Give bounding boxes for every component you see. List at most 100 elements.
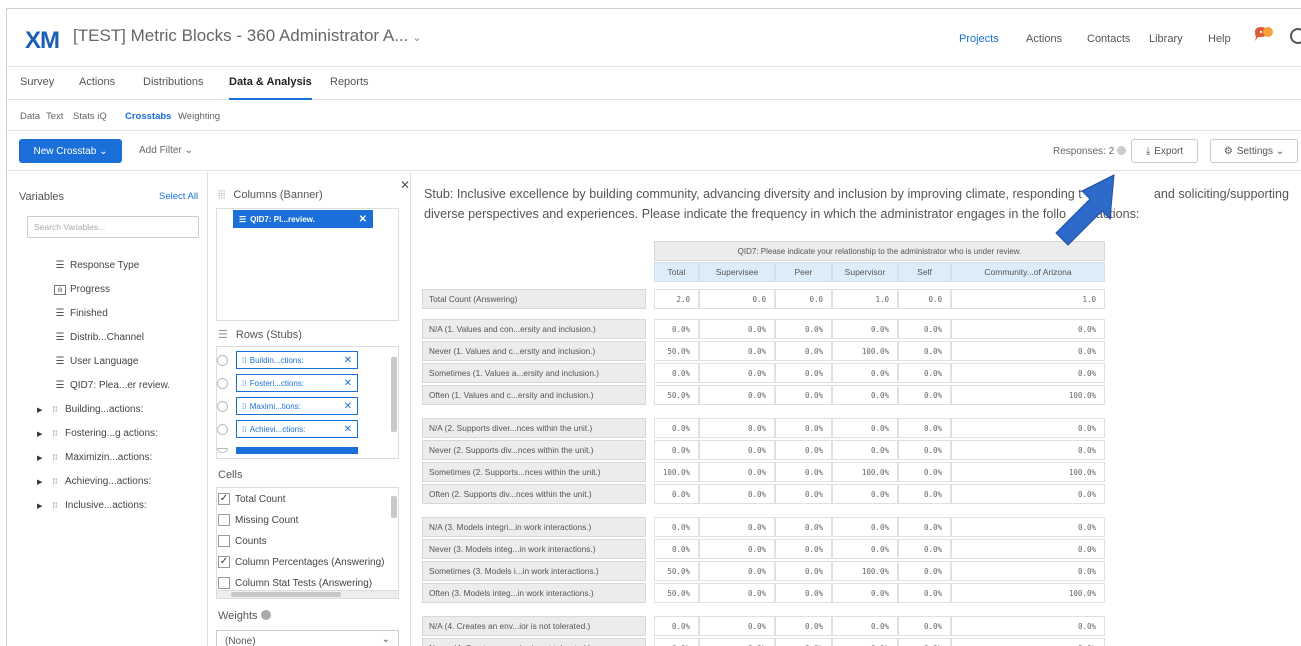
table-cell: 0.0 xyxy=(775,289,832,309)
checkbox-checked[interactable]: ✓ xyxy=(218,493,230,505)
subtab-stats-iq[interactable]: Stats iQ xyxy=(73,111,107,122)
new-crosstab-button[interactable]: New Crosstab ⌄ xyxy=(19,139,122,163)
row-chip-body[interactable]: ⁞⁝ Buildin...ctions: ✕ xyxy=(236,351,358,369)
option-label: Column Percentages (Answering) xyxy=(235,556,385,568)
variable-distribution-channel[interactable]: ☰ Distrib...Channel xyxy=(54,332,144,343)
matrix-icon: ⁞⁝ xyxy=(242,401,247,411)
rows-scrollbar[interactable] xyxy=(391,357,397,432)
nav-contacts[interactable]: Contacts xyxy=(1087,33,1130,45)
caret-right-icon[interactable]: ▶ xyxy=(37,430,49,438)
remove-icon[interactable]: ✕ xyxy=(344,401,352,412)
variable-finished[interactable]: ☰ Finished xyxy=(54,308,108,319)
subtab-weighting[interactable]: Weighting xyxy=(178,111,220,122)
option-missing-count[interactable]: Missing Count xyxy=(218,514,298,526)
row-radio[interactable] xyxy=(217,448,228,453)
column-chip-qid7[interactable]: ☰ QID7: Pl...review. ✕ xyxy=(233,210,373,228)
nav-library[interactable]: Library xyxy=(1149,33,1183,45)
variable-fostering[interactable]: ▶ ⁞⁝ Fostering...g actions: xyxy=(37,428,158,439)
row-radio[interactable] xyxy=(217,423,228,435)
table-cell: 0.0% xyxy=(654,319,699,339)
notification-icon[interactable] xyxy=(1252,26,1274,46)
row-radio[interactable] xyxy=(217,377,228,389)
remove-icon[interactable]: ✕ xyxy=(359,214,367,225)
caret-right-icon[interactable]: ▶ xyxy=(37,478,49,486)
row-chip-building[interactable]: ⁞⁝ Buildin...ctions: ✕ xyxy=(217,351,358,369)
row-chip-inclusive-partial[interactable] xyxy=(217,447,358,454)
stub-text-line1: Stub: Inclusive excellence by building c… xyxy=(424,187,1082,201)
variable-response-type[interactable]: ☰ Response Type xyxy=(54,260,140,271)
cells-title: Cells xyxy=(218,469,243,481)
row-chip-fostering[interactable]: ⁞⁝ Fosteri...ctions: ✕ xyxy=(217,374,358,392)
row-chip-body[interactable]: ⁞⁝ Maximi...tions: ✕ xyxy=(236,397,358,415)
nav-projects[interactable]: Projects xyxy=(959,33,999,45)
subtab-text[interactable]: Text xyxy=(46,111,63,122)
row-chip-body[interactable]: ⁞⁝ Fosteri...ctions: ✕ xyxy=(236,374,358,392)
row-chip-maximizing[interactable]: ⁞⁝ Maximi...tions: ✕ xyxy=(217,397,358,415)
columns-title: Columns (Banner) xyxy=(233,189,323,201)
settings-button[interactable]: ⚙ Settings ⌄ xyxy=(1210,139,1298,163)
remove-icon[interactable]: ✕ xyxy=(344,378,352,389)
table-cell: 0.0% xyxy=(832,616,898,636)
remove-icon[interactable]: ✕ xyxy=(344,355,352,366)
tab-distributions[interactable]: Distributions xyxy=(143,76,204,88)
caret-right-icon[interactable]: ▶ xyxy=(37,454,49,462)
table-cell: 0.0% xyxy=(951,638,1105,646)
variable-inclusive[interactable]: ▶ ⁞⁝ Inclusive...actions: xyxy=(37,500,147,511)
select-all-link[interactable]: Select All xyxy=(159,191,198,202)
option-column-stat-tests[interactable]: Column Stat Tests (Answering) xyxy=(218,577,372,589)
row-chip-body[interactable]: ⁞⁝ Achievi...ctions: ✕ xyxy=(236,420,358,438)
row-radio[interactable] xyxy=(217,400,228,412)
add-filter-button[interactable]: Add Filter ⌄ xyxy=(139,145,193,156)
project-title-dropdown[interactable]: [TEST] Metric Blocks - 360 Administrator… xyxy=(73,26,422,46)
variable-maximizing[interactable]: ▶ ⁞⁝ Maximizin...actions: xyxy=(37,452,152,463)
close-icon[interactable]: ✕ xyxy=(400,178,410,192)
caret-right-icon[interactable]: ▶ xyxy=(37,406,49,414)
checkbox[interactable] xyxy=(218,514,230,526)
variable-qid7[interactable]: ☰ QID7: Plea...er review. xyxy=(54,380,171,391)
checkbox-checked[interactable]: ✓ xyxy=(218,556,230,568)
variable-building[interactable]: ▶ ⁞⁝ Building...actions: xyxy=(37,404,143,415)
table-cell: 100.0% xyxy=(951,462,1105,482)
variable-progress[interactable]: ılı Progress xyxy=(54,284,110,295)
tab-actions[interactable]: Actions xyxy=(79,76,115,88)
option-counts[interactable]: Counts xyxy=(218,535,267,547)
export-button[interactable]: ⤓ Export xyxy=(1131,139,1198,163)
table-cell: 0.0% xyxy=(654,440,699,460)
row-label: Never (3. Models integ...in work interac… xyxy=(422,539,646,559)
checkbox[interactable] xyxy=(218,577,230,589)
table-cell: 0.0% xyxy=(898,517,951,537)
nav-actions[interactable]: Actions xyxy=(1026,33,1062,45)
caret-right-icon[interactable]: ▶ xyxy=(37,502,49,510)
horizontal-scrollbar[interactable] xyxy=(217,590,398,598)
row-radio[interactable] xyxy=(217,354,228,366)
table-cell: 0.0% xyxy=(951,484,1105,504)
row-chip-selected[interactable] xyxy=(236,447,358,454)
remove-icon[interactable]: ✕ xyxy=(344,424,352,435)
cells-scrollbar[interactable] xyxy=(391,496,397,518)
horizontal-scroll-thumb[interactable] xyxy=(231,592,341,597)
xm-logo[interactable]: XM xyxy=(25,27,60,55)
row-chip-achieving[interactable]: ⁞⁝ Achievi...ctions: ✕ xyxy=(217,420,358,438)
table-cell: 0.0% xyxy=(951,539,1105,559)
column-header: Self xyxy=(898,262,951,282)
checkbox[interactable] xyxy=(218,535,230,547)
weights-select[interactable]: (None) ⌄ xyxy=(216,630,399,646)
nav-help[interactable]: Help xyxy=(1208,33,1231,45)
search-variables-input[interactable]: Search Variables... xyxy=(27,216,199,238)
subtab-data[interactable]: Data xyxy=(20,111,40,122)
info-icon xyxy=(260,610,271,620)
list-icon: ☰ xyxy=(239,214,247,224)
table-cell: 0.0% xyxy=(951,363,1105,383)
top-bar: XM [TEST] Metric Blocks - 360 Administra… xyxy=(7,9,1301,65)
subtab-crosstabs[interactable]: Crosstabs xyxy=(125,111,171,122)
option-total-count[interactable]: ✓ Total Count xyxy=(218,493,286,505)
tab-data-analysis[interactable]: Data & Analysis xyxy=(229,76,312,100)
tab-survey[interactable]: Survey xyxy=(20,76,54,88)
variable-label: Maximizin...actions: xyxy=(65,452,153,463)
variable-user-language[interactable]: ☰ User Language xyxy=(54,356,139,367)
user-icon[interactable] xyxy=(1290,28,1301,44)
variable-achieving[interactable]: ▶ ⁞⁝ Achieving...actions: xyxy=(37,476,151,487)
option-column-percentages[interactable]: ✓ Column Percentages (Answering) xyxy=(218,556,385,568)
row-label: Often (3. Models integ...in work interac… xyxy=(422,583,646,603)
tab-reports[interactable]: Reports xyxy=(330,76,369,88)
